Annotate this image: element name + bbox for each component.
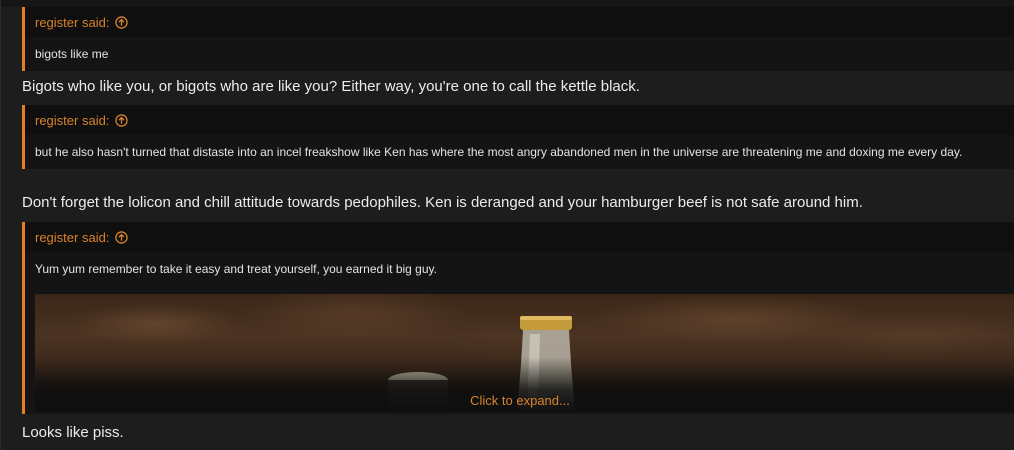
quote-block-2: register said: but he also hasn't turned…: [22, 105, 1014, 169]
quote-header: register said:: [25, 7, 1014, 37]
quote-block-1: register said: bigots like me: [22, 7, 1014, 71]
quote-author-link[interactable]: register said:: [35, 113, 109, 128]
top-divider: [1, 0, 1014, 7]
thread-post-content: register said: bigots like me Bigots who…: [0, 0, 1014, 450]
quote-header: register said:: [25, 105, 1014, 135]
quote-header: register said:: [25, 222, 1014, 252]
expand-quote-link[interactable]: Click to expand...: [25, 393, 1014, 408]
quote-text: bigots like me: [35, 47, 109, 61]
quote-text: Yum yum remember to take it easy and tre…: [35, 262, 437, 276]
quote-author-link[interactable]: register said:: [35, 230, 109, 245]
reply-text-3: Looks like piss.: [22, 424, 124, 441]
arrow-up-circle-icon[interactable]: [115, 15, 129, 29]
reply-text-2: Don't forget the lolicon and chill attit…: [22, 194, 863, 211]
arrow-up-circle-icon[interactable]: [115, 230, 129, 244]
arrow-up-circle-icon[interactable]: [115, 113, 129, 127]
quote-text: but he also hasn't turned that distaste …: [35, 145, 963, 159]
quote-block-3: register said: Yum yum remember to take …: [22, 222, 1014, 414]
quote-author-link[interactable]: register said:: [35, 15, 109, 30]
reply-text-1: Bigots who like you, or bigots who are l…: [22, 78, 640, 95]
